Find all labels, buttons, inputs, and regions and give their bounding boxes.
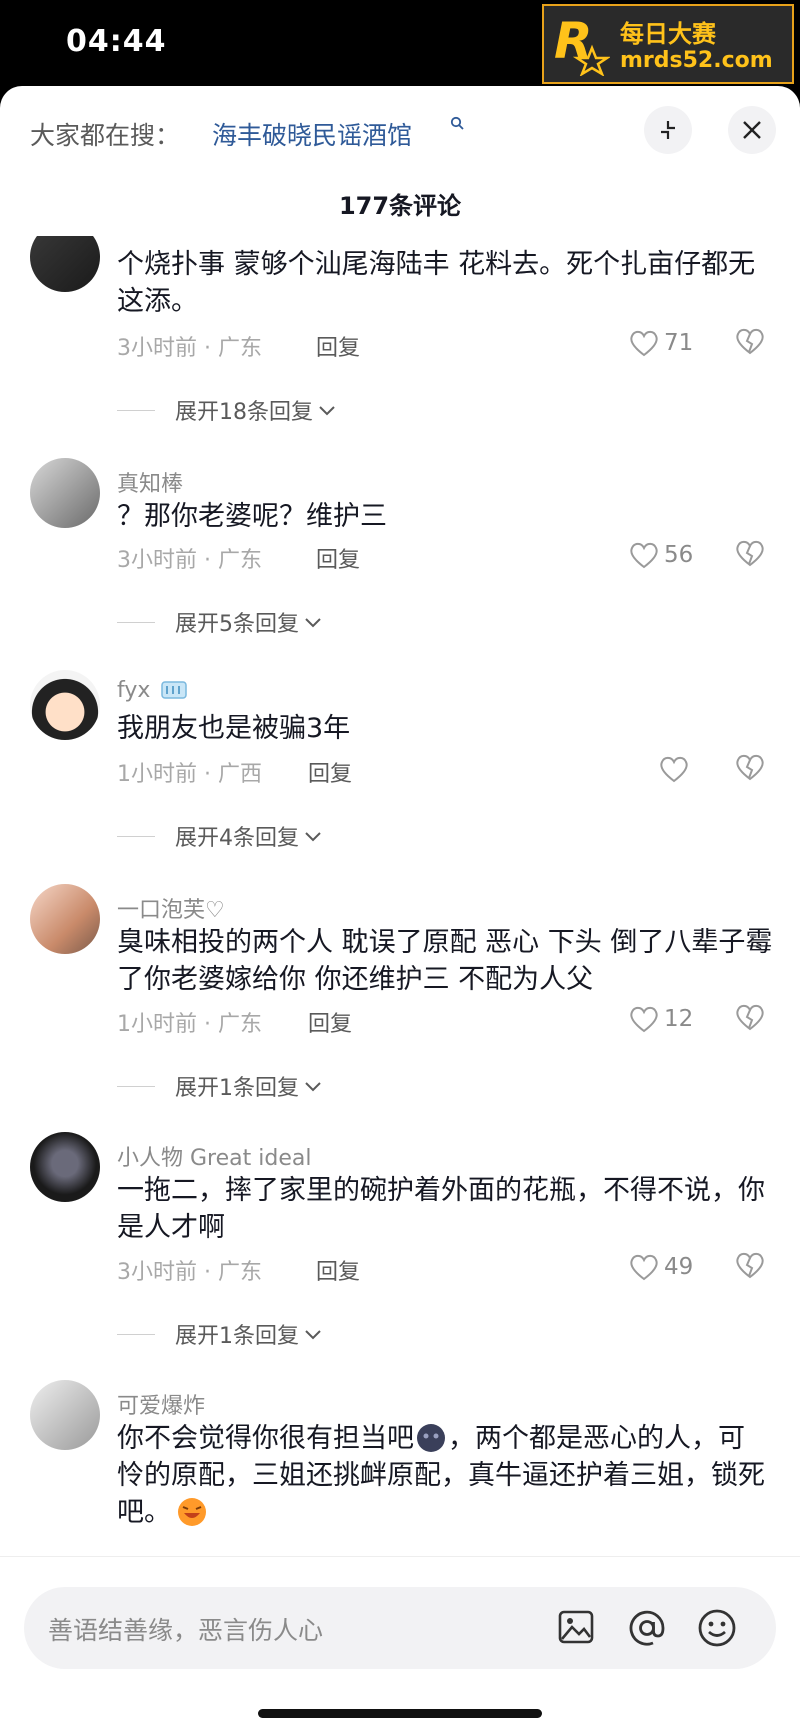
search-icon bbox=[450, 116, 464, 130]
divider bbox=[117, 1333, 155, 1335]
chevron-down-icon bbox=[305, 832, 321, 842]
avatar[interactable] bbox=[30, 1132, 100, 1202]
watermark-logo-icon: R bbox=[554, 12, 610, 76]
like-button[interactable]: 12 bbox=[628, 1002, 693, 1036]
trending-search-label: 大家都在搜： bbox=[30, 121, 181, 150]
expand-replies-button[interactable]: 展开18条回复 bbox=[117, 394, 337, 426]
heart-icon bbox=[630, 330, 658, 357]
face-emoji-icon bbox=[417, 1424, 445, 1452]
like-button[interactable]: 56 bbox=[628, 538, 693, 572]
watermark-banner: R 每日大赛 mrds52.com bbox=[542, 4, 794, 84]
expand-replies-label: 展开18条回复 bbox=[175, 400, 313, 425]
username[interactable]: fyx bbox=[117, 678, 188, 703]
comment-text: ？那你老婆呢？维护三 bbox=[117, 501, 387, 532]
image-icon[interactable] bbox=[556, 1607, 596, 1647]
comment-meta: 1小时前 · 广西 bbox=[117, 762, 262, 787]
comment-list[interactable]: 个烧扑事 蒙够个汕尾海陆丰 花料去。死个扎亩仔都无这添。 3小时前 · 广东 回… bbox=[0, 236, 800, 1626]
divider bbox=[117, 621, 155, 623]
comment-text: 一拖二，摔了家里的碗护着外面的花瓶，不得不说，你是人才啊 bbox=[117, 1175, 765, 1243]
watermark-url: mrds52.com bbox=[620, 48, 773, 73]
broken-heart-icon[interactable] bbox=[734, 1250, 766, 1280]
badge-icon bbox=[161, 681, 188, 699]
divider bbox=[117, 409, 155, 411]
comment-text: 个烧扑事 蒙够个汕尾海陆丰 花料去。死个扎亩仔都无这添。 bbox=[117, 249, 756, 317]
comment-text: 我朋友也是被骗3年 bbox=[117, 713, 351, 744]
reply-button[interactable]: 回复 bbox=[308, 1006, 352, 1038]
status-bar: 04:44 R 每日大赛 mrds52.com bbox=[0, 0, 800, 88]
avatar[interactable] bbox=[30, 236, 100, 292]
mention-icon[interactable] bbox=[626, 1607, 668, 1649]
username[interactable]: 一口泡芙♡ bbox=[117, 892, 225, 924]
expand-replies-button[interactable]: 展开5条回复 bbox=[117, 606, 323, 638]
watermark-title: 每日大赛 bbox=[620, 20, 716, 48]
like-button[interactable]: 71 bbox=[628, 326, 693, 360]
reply-button[interactable]: 回复 bbox=[316, 330, 360, 362]
comment-input-placeholder: 善语结善缘，恶言伤人心 bbox=[48, 1616, 324, 1645]
like-count: 71 bbox=[664, 330, 694, 356]
collapse-icon bbox=[661, 121, 675, 139]
like-button[interactable] bbox=[658, 752, 690, 786]
comment-text: 臭味相投的两个人 耽误了原配 恶心 下头 倒了八辈子霉了你老婆嫁给你 你还维护三… bbox=[117, 927, 773, 995]
broken-heart-icon[interactable] bbox=[734, 538, 766, 568]
chevron-down-icon bbox=[305, 618, 321, 628]
expand-replies-label: 展开4条回复 bbox=[175, 826, 299, 851]
username-text: fyx bbox=[117, 678, 151, 703]
comment-meta: 1小时前 · 广东 bbox=[117, 1012, 262, 1037]
avatar[interactable] bbox=[30, 458, 100, 528]
comment-meta: 3小时前 · 广东 bbox=[117, 336, 262, 361]
comment-input[interactable]: 善语结善缘，恶言伤人心 bbox=[24, 1587, 776, 1669]
avatar[interactable] bbox=[30, 1380, 100, 1450]
close-icon bbox=[743, 121, 761, 139]
comment-meta: 3小时前 · 广东 bbox=[117, 548, 262, 573]
heart-icon bbox=[630, 1254, 658, 1281]
trending-search-row: 大家都在搜： 海丰破晓民谣酒馆 bbox=[0, 86, 800, 176]
like-count: 56 bbox=[664, 542, 694, 568]
comment-sheet: 大家都在搜： 海丰破晓民谣酒馆 177条评论 个烧扑事 蒙够个汕尾海陆丰 花料去… bbox=[0, 86, 800, 1733]
username[interactable]: 真知棒 bbox=[117, 466, 183, 498]
comment-composer-bar: 善语结善缘，恶言伤人心 bbox=[0, 1556, 800, 1733]
avatar[interactable] bbox=[30, 884, 100, 954]
expand-replies-label: 展开5条回复 bbox=[175, 612, 299, 637]
comment-meta: 3小时前 · 广东 bbox=[117, 1260, 262, 1285]
username[interactable]: 可爱爆炸 bbox=[117, 1388, 205, 1420]
heart-icon bbox=[660, 756, 688, 783]
comment-count-title: 177条评论 bbox=[338, 192, 462, 220]
broken-heart-icon[interactable] bbox=[734, 752, 766, 782]
chevron-down-icon bbox=[305, 1330, 321, 1340]
laughing-emoji-icon bbox=[178, 1498, 206, 1526]
trending-search-link[interactable]: 海丰破晓民谣酒馆 bbox=[212, 116, 412, 152]
chevron-down-icon bbox=[319, 406, 335, 416]
reply-button[interactable]: 回复 bbox=[316, 542, 360, 574]
reply-button[interactable]: 回复 bbox=[316, 1254, 360, 1286]
comment-text-part: 你不会觉得你很有担当吧 bbox=[117, 1423, 414, 1454]
expand-replies-button[interactable]: 展开1条回复 bbox=[117, 1070, 323, 1102]
divider bbox=[117, 1085, 155, 1087]
expand-replies-label: 展开1条回复 bbox=[175, 1076, 299, 1101]
expand-replies-button[interactable]: 展开4条回复 bbox=[117, 820, 323, 852]
expand-replies-button[interactable]: 展开1条回复 bbox=[117, 1318, 323, 1350]
heart-icon bbox=[630, 542, 658, 569]
svg-text:R: R bbox=[554, 12, 593, 70]
avatar[interactable] bbox=[30, 670, 100, 740]
heart-icon bbox=[630, 1006, 658, 1033]
username[interactable]: 小人物 Great ideal bbox=[117, 1140, 311, 1172]
collapse-button[interactable] bbox=[644, 106, 692, 154]
like-count: 12 bbox=[664, 1006, 694, 1032]
chevron-down-icon bbox=[305, 1082, 321, 1092]
like-count: 49 bbox=[664, 1254, 694, 1280]
divider bbox=[117, 835, 155, 837]
emoji-icon[interactable] bbox=[696, 1607, 738, 1649]
reply-button[interactable]: 回复 bbox=[308, 756, 352, 788]
comment-text: 你不会觉得你很有担当吧 ，两个都是恶心的人，可怜的原配，三姐还挑衅原配，真牛逼还护… bbox=[117, 1420, 767, 1531]
broken-heart-icon[interactable] bbox=[734, 1002, 766, 1032]
expand-replies-label: 展开1条回复 bbox=[175, 1324, 299, 1349]
broken-heart-icon[interactable] bbox=[734, 326, 766, 356]
home-indicator bbox=[258, 1709, 542, 1718]
like-button[interactable]: 49 bbox=[628, 1250, 693, 1284]
close-button[interactable] bbox=[728, 106, 776, 154]
status-time: 04:44 bbox=[66, 24, 167, 59]
